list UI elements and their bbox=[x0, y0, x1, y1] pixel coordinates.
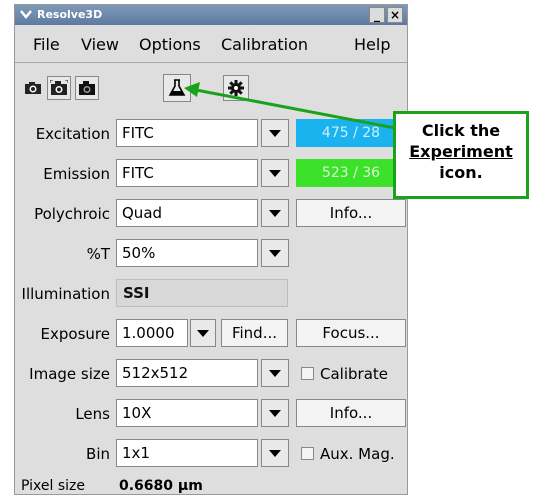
instruction-callout: Click the Experiment icon. bbox=[393, 111, 529, 199]
callout-arrow bbox=[184, 82, 396, 130]
callout-line-1: Click the bbox=[421, 121, 501, 140]
callout-line-2: Experiment bbox=[409, 142, 513, 161]
callout-line-3: icon. bbox=[439, 163, 483, 182]
